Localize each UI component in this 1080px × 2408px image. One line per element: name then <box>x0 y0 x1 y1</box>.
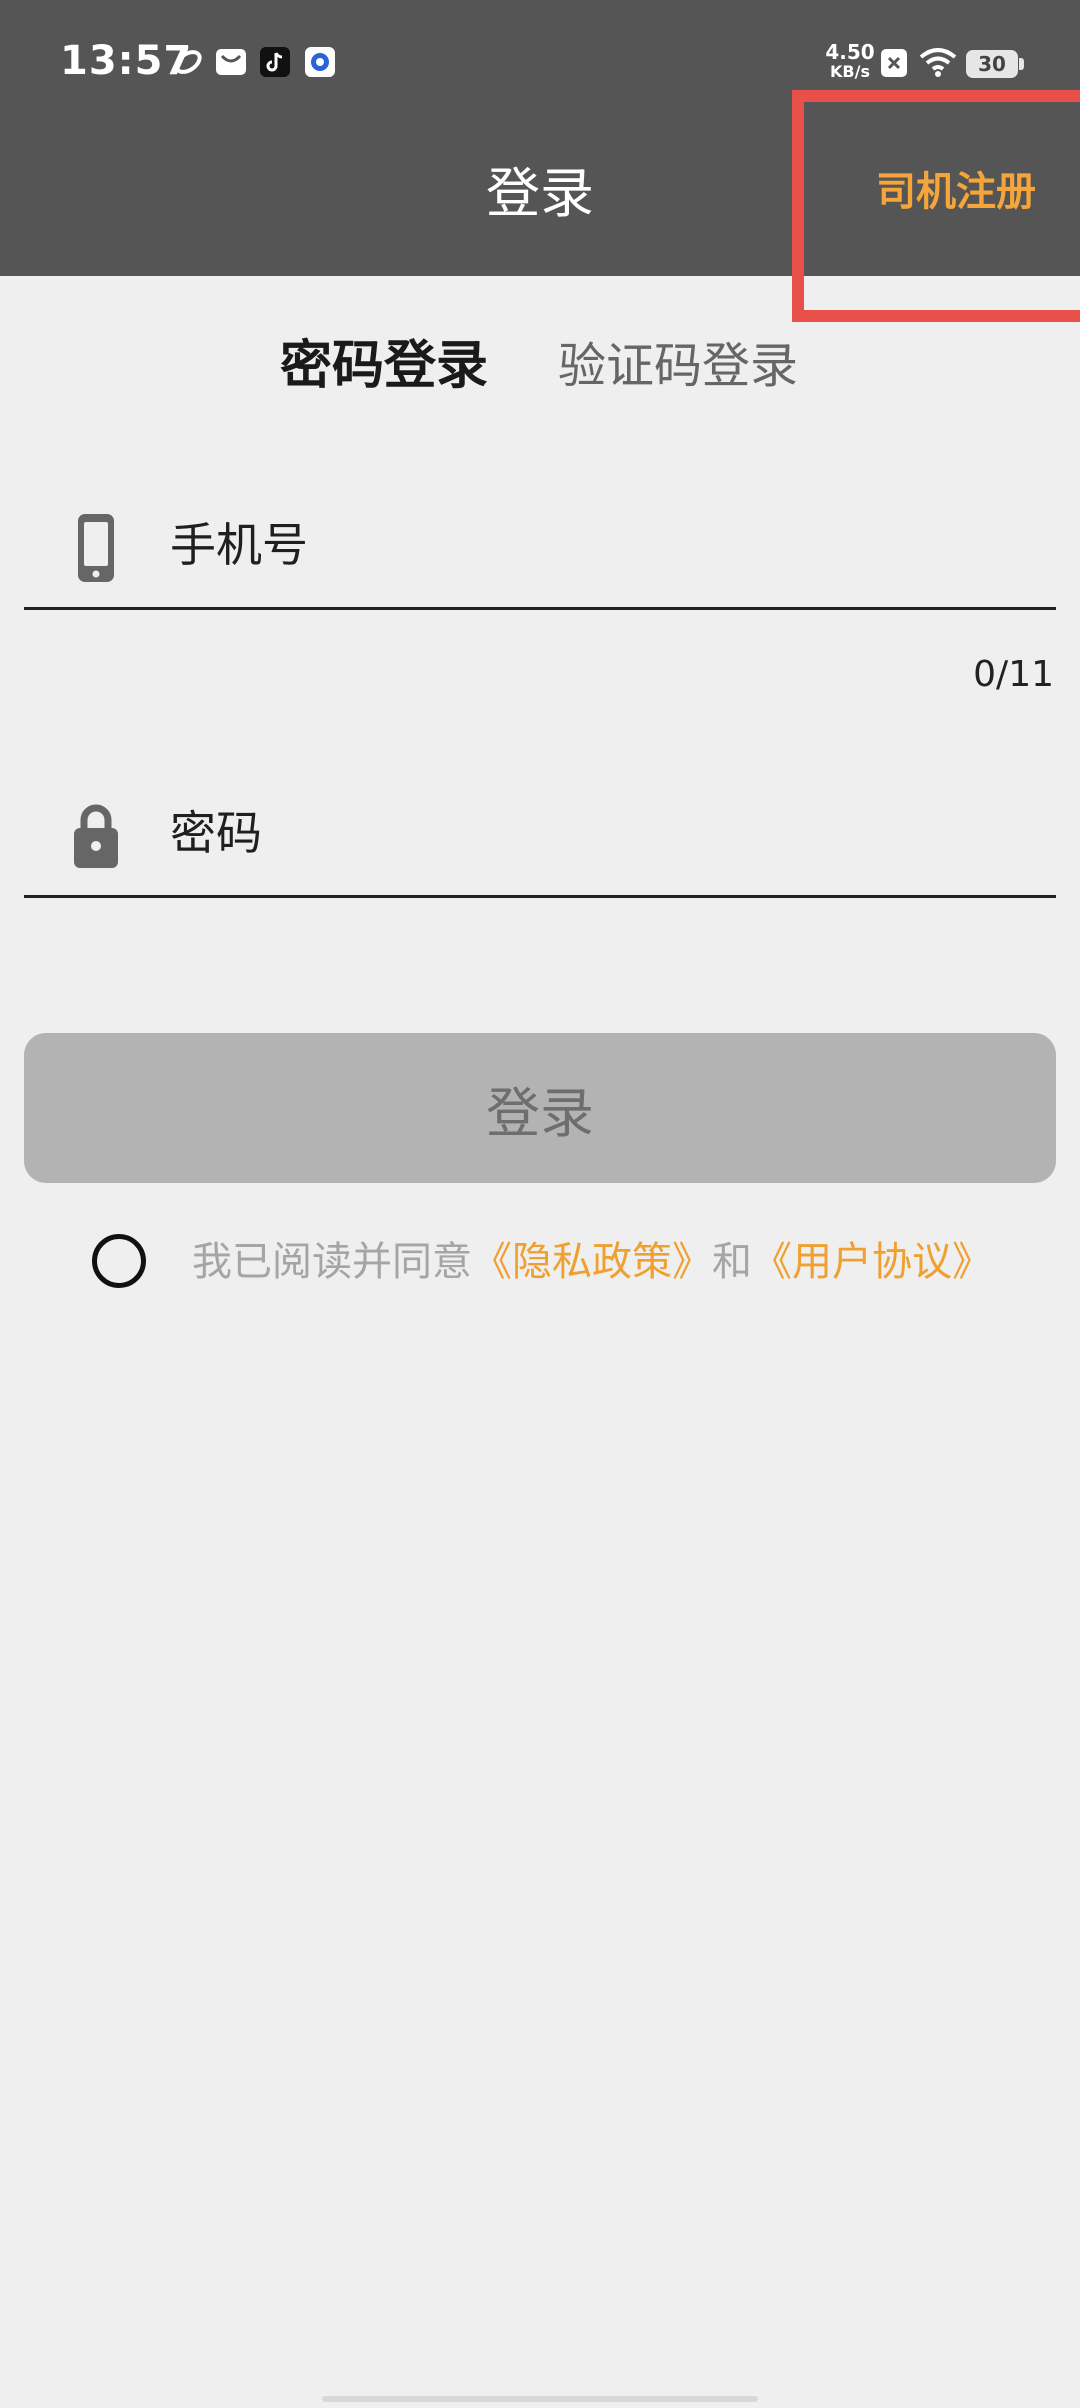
agreement-row: 我已阅读并同意《隐私政策》和《用户协议》 <box>92 1228 1052 1298</box>
no-sim-icon <box>881 49 907 77</box>
home-indicator[interactable] <box>322 2396 758 2402</box>
agreement-checkbox[interactable] <box>92 1234 146 1288</box>
tab-code-login[interactable]: 验证码登录 <box>558 326 798 406</box>
password-field <box>24 768 1056 898</box>
agreement-prefix: 我已阅读并同意 <box>192 1239 472 1285</box>
user-agreement-link[interactable]: 《用户协议》 <box>752 1239 992 1285</box>
driver-register-link[interactable]: 司机注册 <box>876 162 1036 222</box>
phone-char-counter: 0/11 <box>973 654 1054 695</box>
login-button[interactable]: 登录 <box>24 1033 1056 1183</box>
mail-icon <box>216 49 246 75</box>
login-mode-tabs: 密码登录 验证码登录 <box>0 326 1080 406</box>
agreement-text: 我已阅读并同意《隐私政策》和《用户协议》 <box>192 1232 992 1292</box>
tiktok-icon <box>260 47 290 77</box>
wifi-icon <box>919 48 957 77</box>
agreement-joiner: 和 <box>712 1239 752 1285</box>
battery-icon: 30 <box>966 50 1018 78</box>
battery-cap <box>1019 58 1024 70</box>
password-input[interactable] <box>170 788 1030 878</box>
app-icon <box>305 47 335 77</box>
app-header: 13:57 4.50 KB/s 30 登录 司机注册 <box>0 0 1080 276</box>
phone-icon <box>78 514 114 582</box>
lock-icon <box>74 804 118 868</box>
phone-field <box>24 480 1056 610</box>
sync-icon <box>174 50 202 74</box>
network-speed: 4.50 KB/s <box>825 40 875 81</box>
tab-password-login[interactable]: 密码登录 <box>280 326 488 406</box>
phone-input[interactable] <box>170 500 1030 590</box>
status-bar: 13:57 4.50 KB/s 30 <box>0 0 1080 130</box>
privacy-policy-link[interactable]: 《隐私政策》 <box>472 1239 712 1285</box>
